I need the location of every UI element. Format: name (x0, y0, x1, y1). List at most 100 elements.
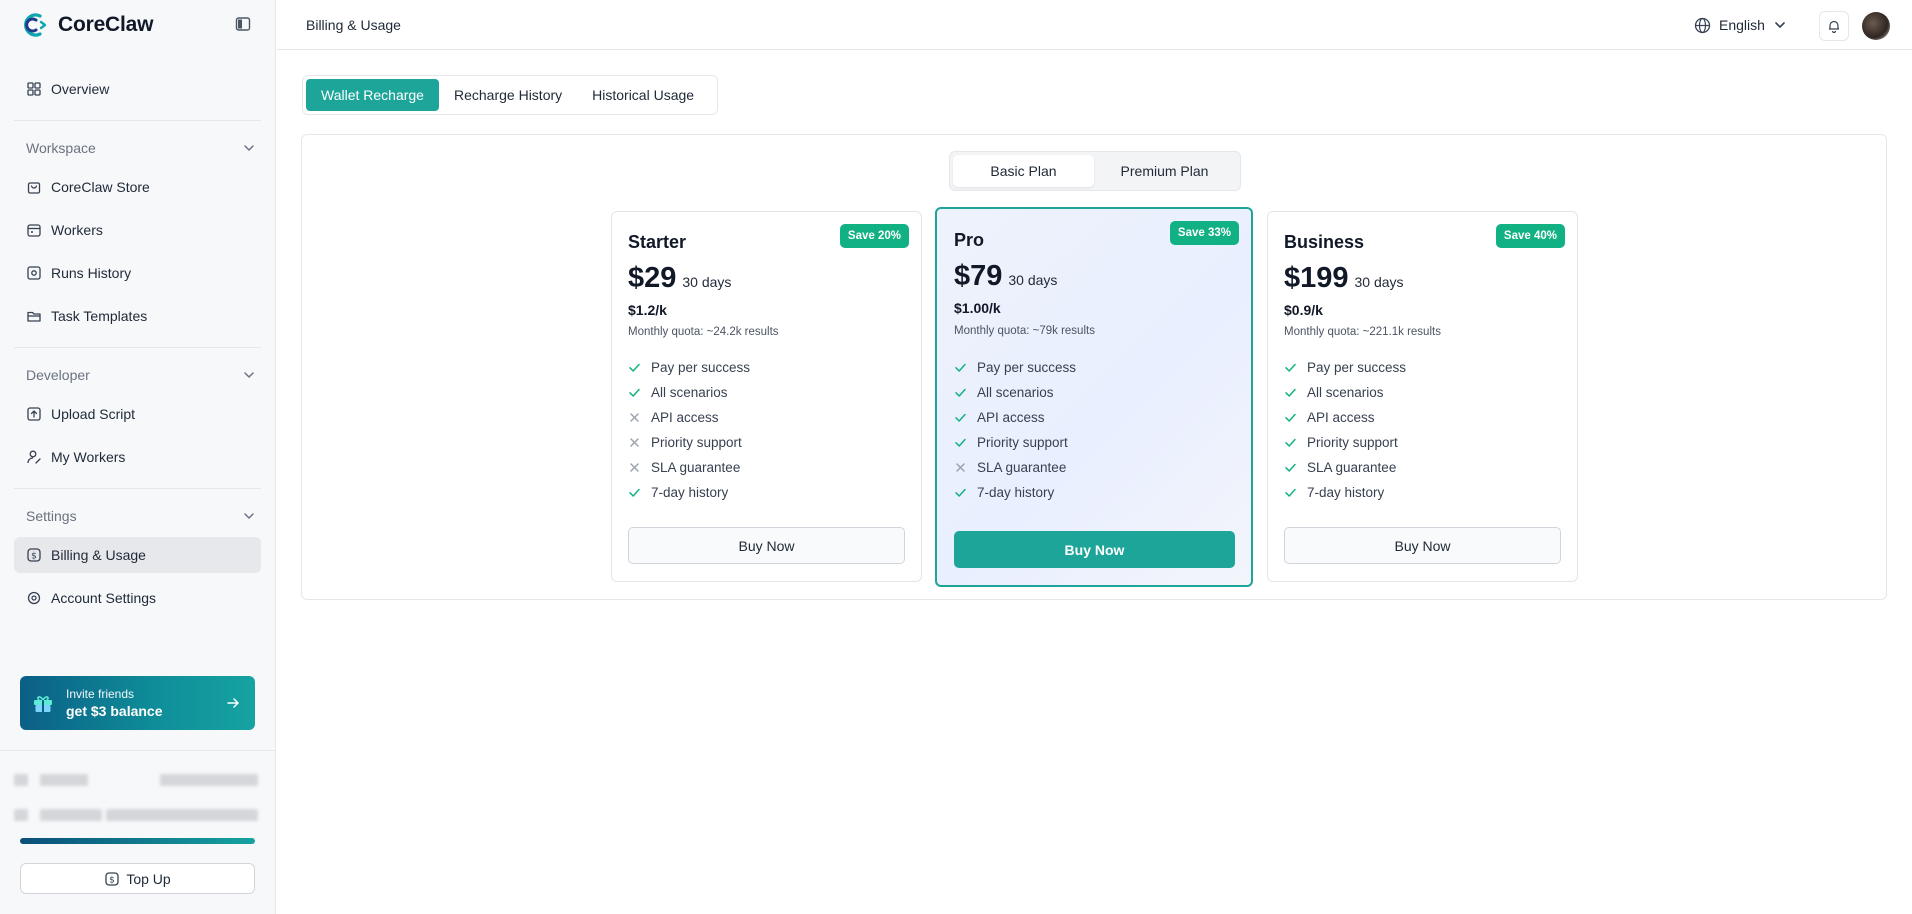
plan-card-pro: Pro Save 33% $79 30 days $1.00/k Monthly… (935, 207, 1253, 587)
sidebar-item-label: Account Settings (51, 590, 157, 606)
section-developer[interactable]: Developer (26, 365, 256, 385)
plan-card-starter: Starter Save 20% $29 30 days $1.2/k Mont… (611, 211, 922, 582)
arrow-right-icon (227, 698, 239, 708)
sidebar-item-label: Overview (51, 81, 110, 97)
grid-icon (27, 82, 41, 96)
billing-tabs: Wallet Recharge Recharge History Histori… (302, 75, 718, 115)
section-label: Settings (26, 508, 77, 524)
feature-label: Priority support (651, 435, 742, 450)
coreclaw-logo-icon (24, 13, 47, 37)
dollar-icon: $ (27, 548, 41, 562)
feature-item: Pay per success (1284, 355, 1406, 380)
brand[interactable]: CoreClaw (0, 0, 275, 50)
x-icon (630, 463, 639, 472)
invite-line2: get $3 balance (66, 703, 163, 719)
sidebar-item-account-settings[interactable]: Account Settings (14, 580, 261, 616)
price-amount: $29 (628, 262, 677, 294)
feature-list: Pay per success All scenarios API access Pr… (1284, 355, 1406, 505)
sidebar-item-coreclaw-store[interactable]: CoreClaw Store (14, 169, 261, 205)
sidebar-item-label: Runs History (51, 265, 132, 281)
feature-list: Pay per success All scenarios API access Pr… (954, 355, 1076, 505)
plan-price: $79 30 days (954, 260, 1057, 293)
folder-icon (27, 311, 41, 322)
feature-item: Priority support (1284, 430, 1406, 455)
x-icon (630, 438, 639, 447)
feature-item: SLA guarantee (628, 455, 750, 480)
history-icon (27, 266, 41, 280)
settings-icon (27, 591, 41, 605)
page-title: Billing & Usage (306, 16, 401, 33)
chevron-down-icon (1775, 22, 1785, 29)
plan-type-toggle: Basic Plan Premium Plan (949, 151, 1241, 191)
tab-basic-plan[interactable]: Basic Plan (953, 155, 1094, 187)
sidebar-item-upload-script[interactable]: Upload Script (14, 396, 261, 432)
save-badge: Save 40% (1495, 224, 1565, 248)
svg-text:$: $ (109, 875, 115, 885)
feature-label: 7-day history (1307, 485, 1385, 500)
feature-label: All scenarios (1307, 385, 1384, 400)
sidebar-item-label: My Workers (51, 449, 126, 465)
check-icon (955, 413, 966, 422)
sidebar-item-my-workers[interactable]: My Workers (14, 439, 261, 475)
tab-historical-usage[interactable]: Historical Usage (577, 79, 709, 111)
sidebar-item-task-templates[interactable]: Task Templates (14, 298, 261, 334)
feature-item: Priority support (628, 430, 750, 455)
sidebar-item-label: Upload Script (51, 406, 136, 422)
plan-rate: $1.2/k (628, 302, 667, 318)
feature-label: 7-day history (651, 485, 729, 500)
feature-label: Pay per success (977, 360, 1077, 375)
feature-item: 7-day history (1284, 480, 1406, 505)
tab-premium-plan[interactable]: Premium Plan (1094, 155, 1235, 187)
price-period: 30 days (682, 274, 732, 290)
feature-label: API access (651, 410, 719, 425)
bell-icon (1829, 20, 1839, 33)
feature-item: API access (1284, 405, 1406, 430)
plan-name: Starter (628, 232, 687, 252)
invite-friends-banner[interactable]: Invite friends get $3 balance (20, 676, 255, 730)
notifications-button[interactable] (1819, 11, 1849, 41)
tab-recharge-history[interactable]: Recharge History (439, 79, 577, 111)
sidebar-item-workers[interactable]: Workers (14, 212, 261, 248)
save-badge: Save 20% (839, 224, 909, 248)
tab-wallet-recharge[interactable]: Wallet Recharge (306, 79, 439, 111)
divider (14, 488, 261, 489)
section-label: Workspace (26, 140, 96, 156)
language-label: English (1719, 17, 1765, 33)
plan-price: $199 30 days (1284, 262, 1404, 295)
sidebar-item-runs-history[interactable]: Runs History (14, 255, 261, 291)
top-up-button[interactable]: $ Top Up (20, 863, 255, 894)
check-icon (629, 388, 640, 397)
feature-item: Pay per success (628, 355, 750, 380)
feature-item: Pay per success (954, 355, 1076, 380)
feature-item: All scenarios (628, 380, 750, 405)
buy-now-button[interactable]: Buy Now (1284, 527, 1561, 564)
sidebar-item-label: CoreClaw Store (51, 179, 150, 195)
feature-label: SLA guarantee (977, 460, 1067, 475)
gift-icon (34, 696, 52, 712)
sidebar-item-billing-usage[interactable]: $ Billing & Usage (14, 537, 261, 573)
plan-quota: Monthly quota: ~79k results (954, 325, 1095, 337)
sidebar-item-overview[interactable]: Overview (14, 71, 261, 107)
feature-item: SLA guarantee (954, 455, 1076, 480)
feature-label: All scenarios (651, 385, 728, 400)
sidebar-item-label: Workers (51, 222, 103, 238)
buy-now-button[interactable]: Buy Now (954, 531, 1235, 568)
section-settings[interactable]: Settings (26, 506, 256, 526)
svg-text:$: $ (31, 552, 37, 562)
user-avatar[interactable] (1862, 12, 1890, 40)
plan-quota: Monthly quota: ~24.2k results (628, 326, 779, 338)
chevron-down-icon (244, 513, 254, 520)
section-workspace[interactable]: Workspace (26, 138, 256, 158)
check-icon (629, 488, 640, 497)
feature-label: Pay per success (1307, 360, 1407, 375)
feature-label: Priority support (1307, 435, 1398, 450)
language-selector[interactable]: English (1694, 14, 1787, 36)
sidebar-collapse-icon[interactable] (235, 16, 251, 32)
x-icon (630, 413, 639, 422)
check-icon (1285, 363, 1296, 372)
buy-now-button[interactable]: Buy Now (628, 527, 905, 564)
globe-icon (1694, 17, 1711, 33)
feature-item: API access (954, 405, 1076, 430)
feature-label: Priority support (977, 435, 1068, 450)
brand-name: CoreClaw (58, 13, 154, 36)
